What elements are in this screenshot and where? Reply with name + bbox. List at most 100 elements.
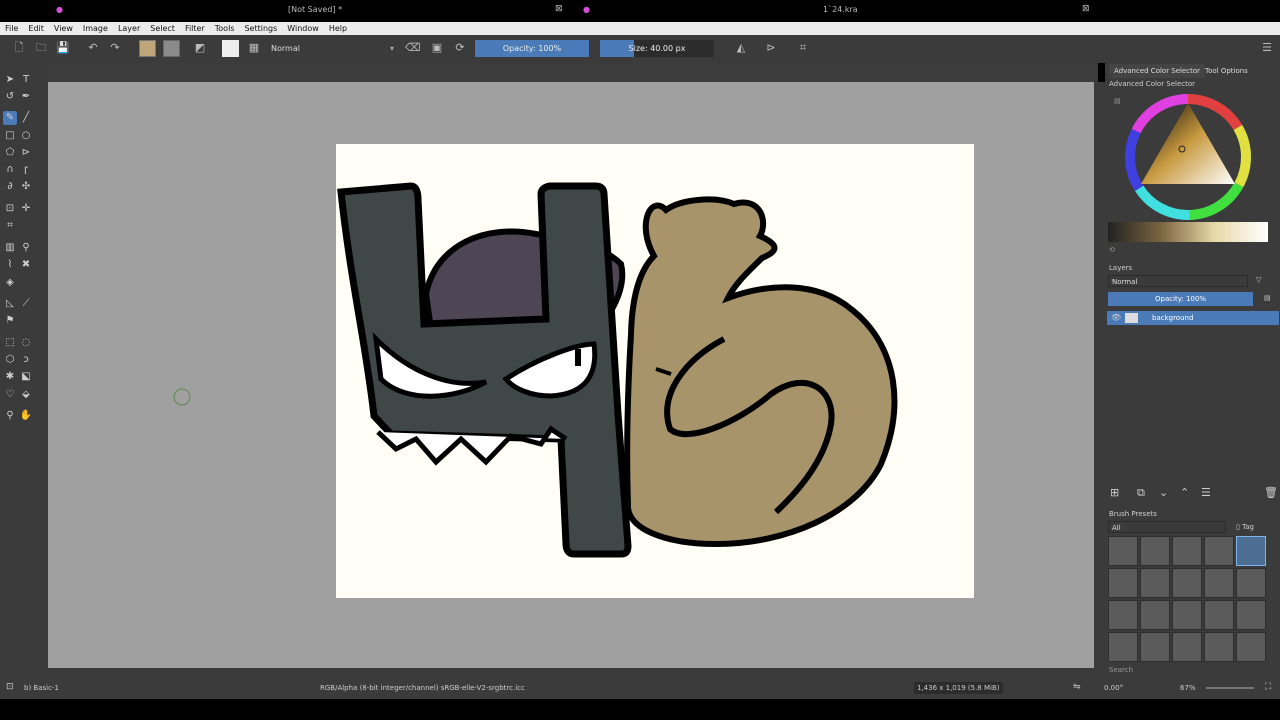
layer-menu-icon[interactable]: ☰ <box>1201 486 1211 499</box>
pattern-grid-icon[interactable]: ▦ <box>247 41 261 55</box>
magnetic-select-tool-icon[interactable]: ⬙ <box>19 388 33 402</box>
gradient-tool-icon[interactable]: ▥ <box>3 241 17 255</box>
menu-filter[interactable]: Filter <box>180 24 210 33</box>
layer-blend-select[interactable]: Normal <box>1108 275 1248 287</box>
calligraphy-tool-icon[interactable]: ✒ <box>19 90 33 104</box>
brush-preset[interactable] <box>1108 536 1138 566</box>
brush-preset[interactable] <box>1108 600 1138 630</box>
background-color-swatch[interactable] <box>163 40 180 57</box>
move-layer-down-icon[interactable]: ⌄ <box>1159 486 1168 499</box>
pan-tool-icon[interactable]: ✋ <box>19 409 33 423</box>
brush-preset[interactable] <box>1172 600 1202 630</box>
edit-shapes-tool-icon[interactable]: ↺ <box>3 90 17 104</box>
menu-layer[interactable]: Layer <box>113 24 145 33</box>
layer-row-background[interactable]: 👁 background <box>1107 311 1279 325</box>
brush-preset[interactable] <box>1140 632 1170 662</box>
rect-select-tool-icon[interactable]: ⬚ <box>3 336 17 350</box>
smart-patch-tool-icon[interactable]: ⌇ <box>3 258 17 272</box>
brush-preset[interactable] <box>1236 568 1266 598</box>
dynamic-brush-tool-icon[interactable]: ∂ <box>3 180 17 194</box>
mirror-vertical-icon[interactable]: ⊳ <box>764 41 778 55</box>
transform-tool-icon[interactable]: ⊡ <box>3 202 17 216</box>
brush-tool-icon[interactable]: ✎ <box>3 111 17 125</box>
brush-preset[interactable] <box>1204 568 1234 598</box>
delete-layer-icon[interactable]: 🗑 <box>1264 486 1278 499</box>
brush-preset[interactable] <box>1140 600 1170 630</box>
redo-icon[interactable]: ↷ <box>108 41 122 55</box>
size-slider[interactable]: Size: 40.00 px <box>600 40 714 57</box>
move-tool-icon[interactable]: ✛ <box>19 202 33 216</box>
measure-tool-icon[interactable]: ⟋ <box>19 297 33 311</box>
image-size[interactable]: 1,436 x 1,019 (5.8 MiB) <box>914 682 1003 694</box>
crop-tool-icon[interactable]: ⌗ <box>3 219 17 233</box>
select-shapes-tool-icon[interactable]: ➤ <box>3 73 17 87</box>
menu-edit[interactable]: Edit <box>23 24 49 33</box>
tab-advanced-color-selector[interactable]: Advanced Color Selector <box>1109 64 1206 78</box>
layer-opacity-slider[interactable]: Opacity: 100% <box>1108 292 1253 306</box>
workspace-icon[interactable]: ☰ <box>1260 41 1274 55</box>
color-wheel[interactable] <box>1122 91 1254 223</box>
preserve-alpha-icon[interactable]: ▣ <box>430 41 444 55</box>
brush-preset[interactable] <box>1140 536 1170 566</box>
preset-filter-select[interactable]: All <box>1108 521 1226 533</box>
menu-select[interactable]: Select <box>145 24 180 33</box>
multibrush-tool-icon[interactable]: ✣ <box>19 180 33 194</box>
brush-preset[interactable] <box>1236 600 1266 630</box>
blend-mode-select[interactable]: Normal ▾ <box>268 41 398 56</box>
polygon-select-tool-icon[interactable]: ⬡ <box>3 353 17 367</box>
brush-preset-icon[interactable]: ⊡ <box>6 682 14 692</box>
add-layer-icon[interactable]: ⊞ <box>1110 486 1119 499</box>
brush-preset[interactable] <box>1108 632 1138 662</box>
brush-preset[interactable] <box>1204 632 1234 662</box>
menu-view[interactable]: View <box>49 24 78 33</box>
menu-window[interactable]: Window <box>282 24 324 33</box>
brush-preset[interactable] <box>1140 568 1170 598</box>
brush-preset-selected[interactable] <box>1236 536 1266 566</box>
layer-properties-icon[interactable]: ▤ <box>1264 294 1271 302</box>
color-settings-icon[interactable]: ▤ <box>1114 97 1121 105</box>
polygon-tool-icon[interactable]: ⬠ <box>3 146 17 160</box>
eye-icon[interactable]: 👁 <box>1111 313 1121 322</box>
fullscreen-icon[interactable]: ⛶ <box>1265 682 1271 692</box>
document-canvas[interactable] <box>336 144 974 598</box>
brush-preview-icon[interactable] <box>222 40 239 57</box>
save-icon[interactable]: 💾 <box>56 41 70 55</box>
opacity-slider[interactable]: Opacity: 100% <box>475 40 589 57</box>
tab-not-saved[interactable]: [Not Saved] * <box>288 0 342 19</box>
brush-preset[interactable] <box>1172 568 1202 598</box>
close-icon[interactable]: ⊠ <box>555 0 563 19</box>
color-picker-tool-icon[interactable]: ⚲ <box>19 241 33 255</box>
preset-search-input[interactable]: Search <box>1109 666 1133 674</box>
mirror-horizontal-icon[interactable]: ◭ <box>734 41 748 55</box>
fill-tool-icon[interactable]: ✖ <box>19 258 33 272</box>
foreground-color-swatch[interactable] <box>139 40 156 57</box>
brush-preset[interactable] <box>1172 632 1202 662</box>
brush-preset[interactable] <box>1204 536 1234 566</box>
filter-icon[interactable]: ▽ <box>1256 276 1261 284</box>
duplicate-layer-icon[interactable]: ⧉ <box>1137 486 1145 500</box>
vertical-scrollbar[interactable] <box>1094 82 1105 677</box>
assistant-tool-icon[interactable]: ◺ <box>3 297 17 311</box>
menu-help[interactable]: Help <box>324 24 352 33</box>
close-icon[interactable]: ⊠ <box>1082 0 1090 19</box>
refresh-icon[interactable]: ⟲ <box>1109 246 1115 254</box>
brush-preset[interactable] <box>1172 536 1202 566</box>
new-document-icon[interactable]: 🗋 <box>12 41 26 55</box>
undo-icon[interactable]: ↶ <box>86 41 100 55</box>
open-document-icon[interactable]: 🗀 <box>34 41 48 55</box>
bezier-select-tool-icon[interactable]: ♡ <box>3 388 17 402</box>
enclose-fill-tool-icon[interactable]: ◈ <box>3 276 17 290</box>
brush-preset[interactable] <box>1204 600 1234 630</box>
move-layer-up-icon[interactable]: ⌃ <box>1180 486 1189 499</box>
reload-preset-icon[interactable]: ⟳ <box>453 41 467 55</box>
text-tool-icon[interactable]: T <box>19 73 33 87</box>
polyline-tool-icon[interactable]: ⊳ <box>19 146 33 160</box>
menu-file[interactable]: File <box>0 24 23 33</box>
tab-tool-options[interactable]: Tool Options <box>1200 64 1253 78</box>
eraser-icon[interactable]: ⌫ <box>405 41 421 55</box>
contiguous-select-tool-icon[interactable]: ✱ <box>3 370 17 384</box>
similar-select-tool-icon[interactable]: ⬕ <box>19 370 33 384</box>
brush-preset[interactable] <box>1108 568 1138 598</box>
horizontal-scrollbar[interactable] <box>48 668 1094 677</box>
ellipse-select-tool-icon[interactable]: ◌ <box>19 336 33 350</box>
